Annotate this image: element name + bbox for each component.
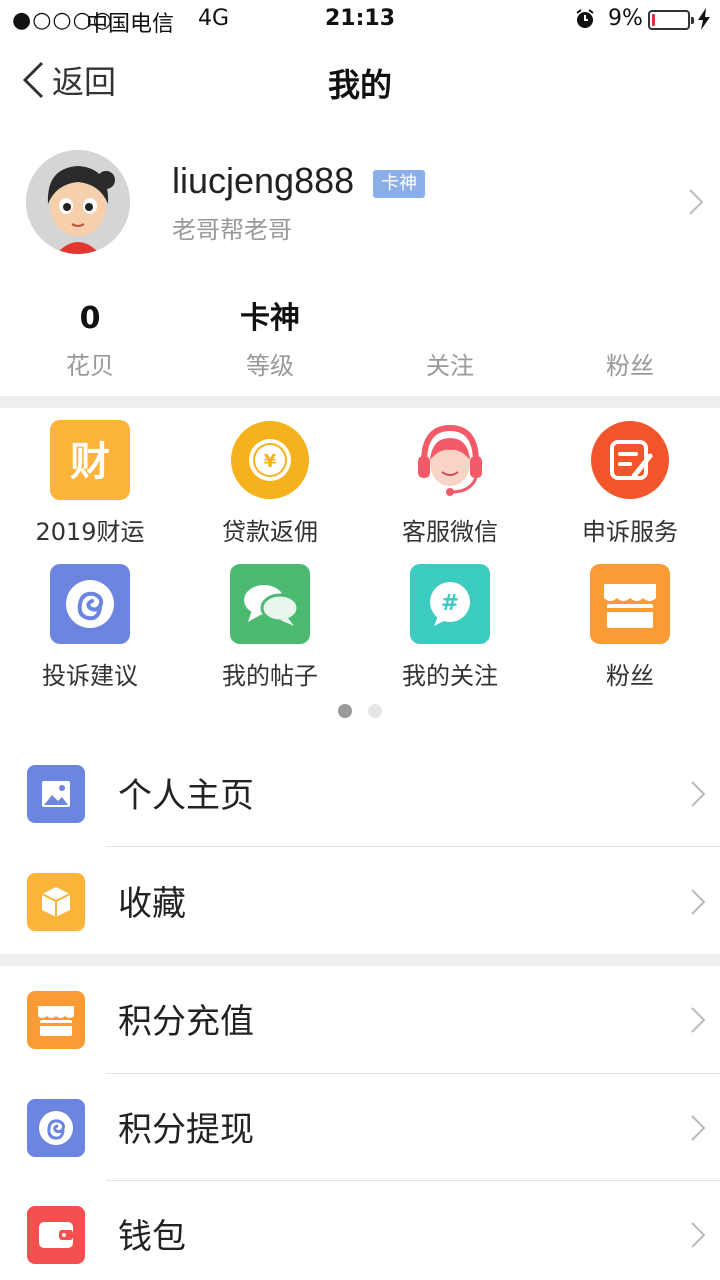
avatar [26,150,130,254]
page-dot-active[interactable] [338,704,352,718]
page-title: 我的 [327,66,392,104]
grid-item-label: 我的关注 [402,662,498,690]
grid-item-my-posts[interactable]: 我的帖子 [180,564,360,694]
divider [106,846,720,847]
grid-item-label: 粉丝 [606,662,654,690]
stat-flower-shells[interactable]: 0 花贝 [0,290,180,390]
chat-bubbles-icon [230,564,310,644]
grid-item-fortune[interactable]: 财 2019财运 [0,420,180,550]
svg-text:财: 财 [70,439,110,485]
list-item-label: 积分提现 [118,1110,254,1150]
chevron-right-icon [689,189,704,215]
stat-label: 花贝 [66,352,114,380]
stat-label: 关注 [426,352,474,380]
list-item-wallet[interactable]: 钱包 [0,1181,720,1280]
stat-following[interactable]: 关注 [360,290,540,390]
chevron-right-icon [691,781,706,807]
section-separator [0,396,720,408]
swirl-icon [50,564,130,644]
username: liucjeng888 [172,160,355,201]
grid-item-label: 我的帖子 [222,662,318,690]
grid-item-loan-rebate[interactable]: ¥ 贷款返佣 [180,420,360,550]
stats-row: 0 花贝 卡神 等级 关注 粉丝 [0,290,720,390]
list-item-label: 钱包 [118,1217,186,1257]
image-icon [27,765,85,823]
list-item-label: 积分充值 [118,1002,254,1042]
stat-level[interactable]: 卡神 等级 [180,290,360,390]
stat-label: 等级 [246,352,294,380]
svg-text:¥: ¥ [264,451,277,472]
stat-followers[interactable]: 粉丝 [540,290,720,390]
user-signature: 老哥帮老哥 [172,216,292,244]
chevron-right-icon [691,889,706,915]
navigation-bar: 返回 我的 [0,40,720,124]
grid-item-label: 贷款返佣 [222,518,318,546]
grid-item-label: 2019财运 [35,518,145,546]
grid-item-customer-service[interactable]: 客服微信 [360,420,540,550]
page-indicator [0,704,720,720]
grid-item-label: 客服微信 [402,518,498,546]
grid-item-appeal-service[interactable]: 申诉服务 [540,420,720,550]
grid-item-label: 投诉建议 [42,662,138,690]
stat-value: 卡神 [240,301,300,336]
store-icon [27,991,85,1049]
stat-value [360,290,540,340]
section-separator [0,954,720,966]
battery-percent: 9% [608,6,643,31]
list-item-label: 收藏 [118,884,186,924]
chevron-right-icon [691,1115,706,1141]
list-item-points-recharge[interactable]: 积分充值 [0,966,720,1072]
list-item-label: 个人主页 [118,776,254,816]
charging-icon [698,8,710,30]
box-icon [27,873,85,931]
grid-item-fans[interactable]: 粉丝 [540,564,720,694]
store-icon [590,564,670,644]
chevron-right-icon [691,1222,706,1248]
stat-label: 粉丝 [606,352,654,380]
chevron-right-icon [691,1007,706,1033]
profile-card[interactable]: liucjeng888 卡神 老哥帮老哥 [0,130,720,280]
grid-item-my-follows[interactable]: # 我的关注 [360,564,540,694]
hashtag-icon: # [410,564,490,644]
grid-item-complaint[interactable]: 投诉建议 [0,564,180,694]
grid-item-label: 申诉服务 [582,518,678,546]
stat-value: 0 [79,301,101,336]
headset-icon [410,420,490,500]
list-item-favorites[interactable]: 收藏 [0,848,720,954]
fortune-icon: 财 [50,420,130,500]
page-dot[interactable] [368,704,382,718]
status-bar: ●○○○○ 中国电信 4G 21:13 9% [0,0,720,40]
swirl-icon [27,1099,85,1157]
battery-icon [648,10,694,30]
wallet-icon [27,1206,85,1264]
coin-icon: ¥ [230,420,310,500]
list-item-homepage[interactable]: 个人主页 [0,740,720,846]
level-badge: 卡神 [373,170,425,198]
note-edit-icon [590,420,670,500]
alarm-icon [576,9,594,28]
list-item-points-withdraw[interactable]: 积分提现 [0,1074,720,1180]
svg-text:#: # [441,591,459,616]
stat-value [540,290,720,340]
